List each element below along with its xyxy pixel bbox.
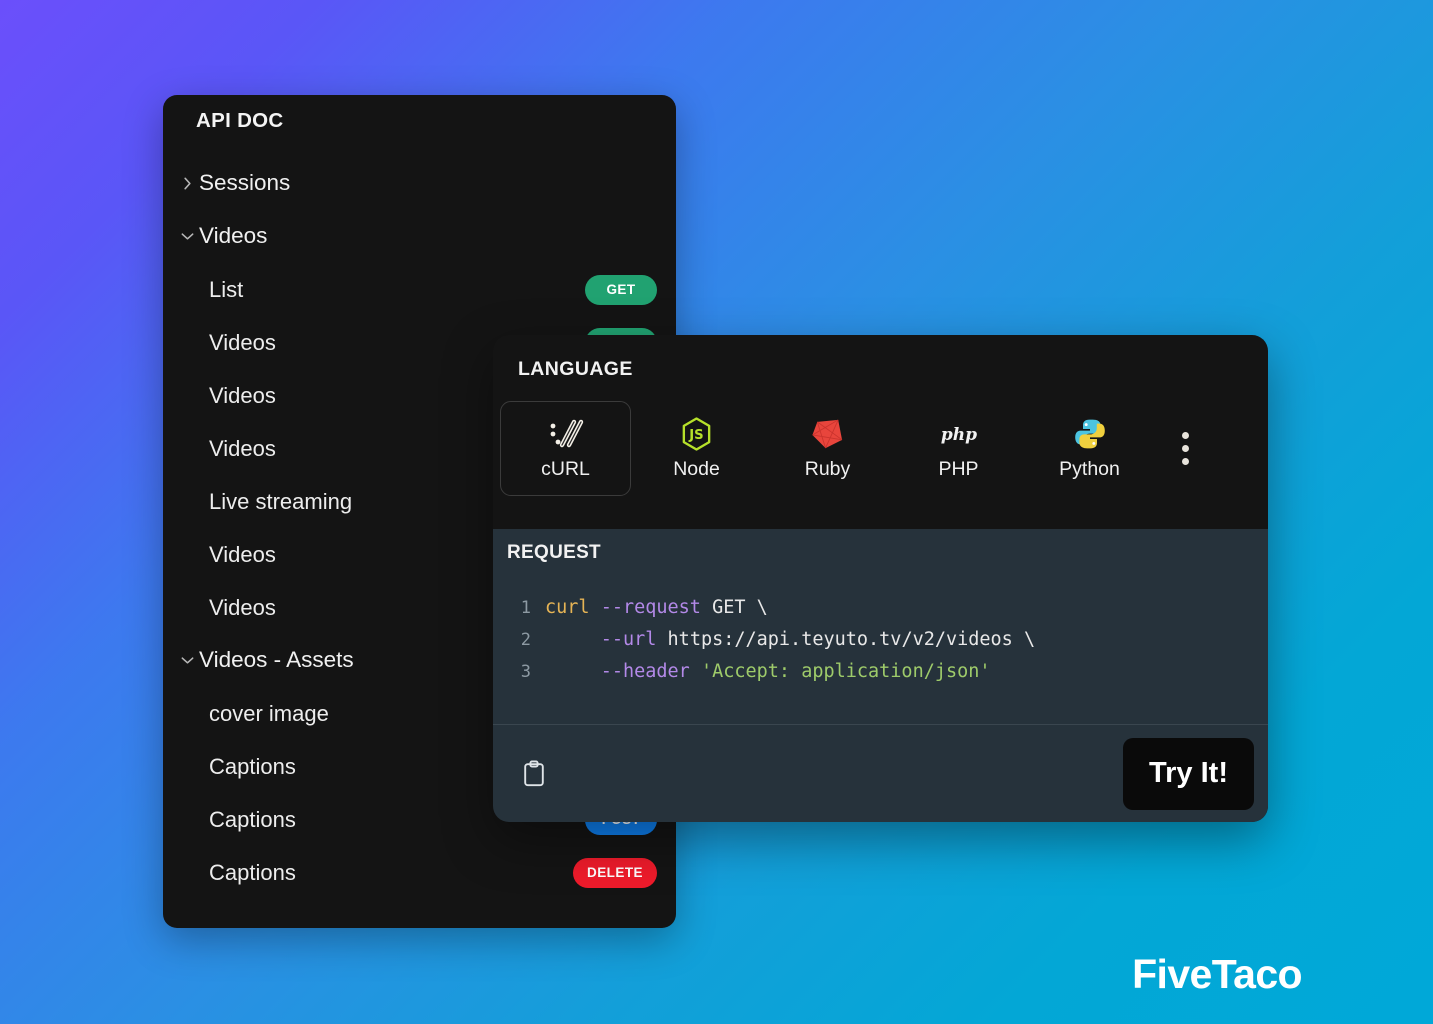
language-tab-label: Node — [673, 458, 720, 481]
sidebar-item-label: Captions — [209, 859, 296, 885]
language-tab-strip: cURL JS Node Ruby php PHP Python — [500, 401, 1268, 496]
code-sample-text: 1 curl --request GET \ 2 --url https://api… — [493, 592, 1268, 719]
code-line: 2 --url https://api.teyuto.tv/v2/videos … — [493, 624, 1268, 656]
code-line-text: curl --request GET \ — [545, 597, 768, 618]
sidebar-item-label: Videos - Assets — [199, 647, 354, 673]
language-tab-ruby[interactable]: Ruby — [762, 401, 893, 496]
sidebar-item-captions[interactable]: Captions DELETE — [163, 846, 676, 899]
sidebar-item-videos[interactable]: Videos — [163, 210, 676, 263]
svg-text:JS: JS — [688, 428, 703, 443]
sidebar-item-list[interactable]: List GET — [163, 263, 676, 316]
code-line: 1 curl --request GET \ — [493, 592, 1268, 624]
chevron-right-icon[interactable] — [179, 176, 195, 192]
sidebar-item-label: Videos — [209, 382, 276, 408]
node-icon: JS — [681, 417, 712, 451]
sidebar-item-label: Captions — [209, 806, 296, 832]
code-panel-footer: Try It! — [493, 725, 1268, 822]
page-title: API DOC — [196, 109, 284, 132]
request-section-label: REQUEST — [507, 542, 601, 563]
language-section-label: LANGUAGE — [518, 358, 633, 380]
language-tab-php[interactable]: php PHP — [893, 401, 1024, 496]
code-line-text: --header 'Accept: application/json' — [600, 661, 991, 682]
clipboard-copy-icon[interactable] — [519, 759, 549, 789]
svg-text:php: php — [940, 425, 976, 445]
language-tab-node[interactable]: JS Node — [631, 401, 762, 496]
language-tab-label: Python — [1059, 458, 1120, 481]
sidebar-item-label: Videos — [209, 541, 276, 567]
code-line-number: 3 — [520, 662, 531, 682]
sidebar-item-label: Captions — [209, 753, 296, 779]
request-block: REQUEST 1 curl --request GET \ 2 --url htt… — [493, 529, 1268, 822]
brand-logo: FiveTaco — [1132, 951, 1302, 997]
language-tab-label: Ruby — [804, 458, 851, 481]
sidebar-item-label: Live streaming — [209, 488, 353, 514]
sidebar-item-label: Videos — [209, 594, 276, 620]
code-line-text: --url https://api.teyuto.tv/v2/videos \ — [600, 629, 1036, 650]
code-sample-panel: LANGUAGE cURL JS Node Ruby php PHP Python REQU… — [493, 335, 1268, 822]
sidebar-item-label: Videos — [199, 223, 268, 249]
sidebar-item-label: cover image — [209, 700, 329, 726]
ruby-icon — [811, 417, 844, 451]
language-tab-label: PHP — [938, 458, 979, 481]
code-line-number: 2 — [520, 630, 531, 650]
sidebar-item-label: Sessions — [199, 170, 291, 196]
sidebar-item-label: List — [209, 276, 244, 302]
language-tab-curl[interactable]: cURL — [500, 401, 631, 496]
kebab-menu-icon[interactable] — [1155, 401, 1215, 496]
language-tab-python[interactable]: Python — [1024, 401, 1155, 496]
code-line: 3 --header 'Accept: application/json' — [493, 656, 1268, 688]
chevron-down-icon[interactable] — [179, 229, 195, 245]
php-icon: php — [937, 417, 981, 451]
curl-icon — [548, 417, 584, 451]
code-line-number: 1 — [520, 598, 531, 618]
python-icon — [1074, 417, 1106, 451]
sidebar-item-sessions[interactable]: Sessions — [163, 157, 676, 210]
sidebar-item-label: Videos — [209, 435, 276, 461]
sidebar-item-label: Videos — [209, 329, 276, 355]
method-badge-get: GET — [585, 274, 657, 305]
method-badge-delete: DELETE — [573, 857, 657, 888]
language-tab-label: cURL — [541, 458, 590, 481]
chevron-down-icon[interactable] — [179, 653, 195, 669]
try-it-button[interactable]: Try It! — [1123, 737, 1254, 810]
